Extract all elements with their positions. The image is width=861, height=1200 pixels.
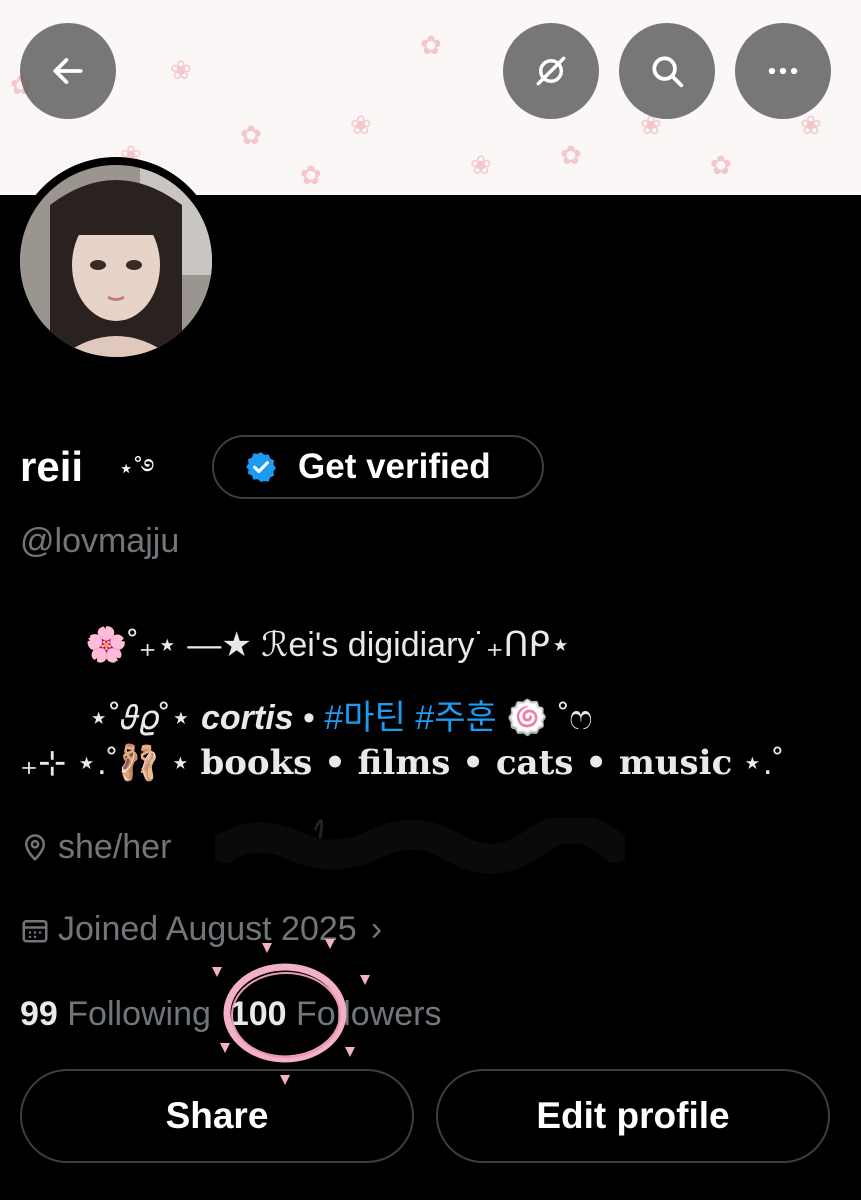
avatar-portrait [20, 165, 212, 357]
joined-text: Joined August 2025 [58, 910, 357, 948]
followers-link[interactable]: 100 Followers [230, 995, 442, 1033]
back-button[interactable] [20, 23, 116, 119]
search-button[interactable] [619, 23, 715, 119]
bio-hashtags[interactable]: #마틴 #주훈 [324, 699, 496, 737]
bio-decoration: ₊⊹ ⋆.˚🩰 ⋆ [20, 744, 191, 782]
bio-decoration: ⋆.˚ [741, 744, 784, 782]
display-name-decoration: ⋆˚࿔ [118, 453, 155, 483]
username-handle: @lovmajju [20, 522, 180, 560]
bio-decoration: 🍥 ˚ෆ [506, 699, 593, 737]
location-text: she/her [58, 828, 172, 866]
banner-flower: ✿ [420, 30, 442, 60]
banner-flower: ✿ [710, 150, 732, 180]
bio-cortis: cortis [200, 699, 294, 737]
following-link[interactable]: 99 Following [20, 995, 211, 1033]
banner-flower: ✿ [240, 120, 262, 150]
share-button[interactable]: Share [20, 1069, 414, 1163]
bio-interests: books • films • cats • music [200, 743, 733, 783]
grok-icon [536, 56, 566, 86]
avatar[interactable] [20, 165, 212, 357]
banner-flower: ❀ [350, 110, 372, 140]
more-button[interactable] [735, 23, 831, 119]
following-label: Following [67, 995, 211, 1033]
location-icon [24, 833, 46, 861]
grok-button[interactable] [503, 23, 599, 119]
bio-line-1: 🌸˚₊⋆ —★ ℛei's digidiary˙₊ᑎᑭ⋆ [85, 626, 572, 664]
verified-badge-icon [246, 452, 276, 482]
followers-label: Followers [296, 995, 442, 1033]
banner-flower: ❀ [800, 110, 822, 140]
banner-flower: ❀ [470, 150, 492, 180]
banner-flower: ✿ [300, 160, 322, 190]
redaction-scribble [215, 818, 625, 874]
location-row: she/her [20, 828, 171, 867]
edit-profile-button[interactable]: Edit profile [436, 1069, 830, 1163]
display-name: reii [20, 443, 84, 490]
search-icon [652, 56, 684, 88]
banner-flower: ❀ [170, 55, 192, 85]
banner-flower: ✿ [560, 140, 582, 170]
following-count: 99 [20, 995, 58, 1033]
chevron-right-icon: › [370, 910, 383, 948]
more-icon [768, 67, 798, 75]
follow-counts: 99 Following 100 Followers [20, 995, 441, 1034]
get-verified-button[interactable]: Get verified [212, 435, 544, 499]
bio-line-2: ⋆˚𝜗𝜚˚⋆ cortis • #마틴 #주훈 🍥 ˚ෆ [88, 690, 592, 739]
joined-row[interactable]: Joined August 2025 › [20, 910, 382, 949]
bio-line-3: ₊⊹ ⋆.˚🩰 ⋆ books • films • cats • music ⋆… [20, 743, 784, 783]
bio-separator: • [303, 699, 315, 737]
bio-decoration: ⋆˚𝜗𝜚˚⋆ [88, 699, 192, 737]
calendar-icon [22, 919, 48, 942]
followers-count: 100 [229, 995, 287, 1033]
back-arrow-icon [53, 58, 83, 84]
get-verified-label: Get verified [298, 447, 491, 486]
